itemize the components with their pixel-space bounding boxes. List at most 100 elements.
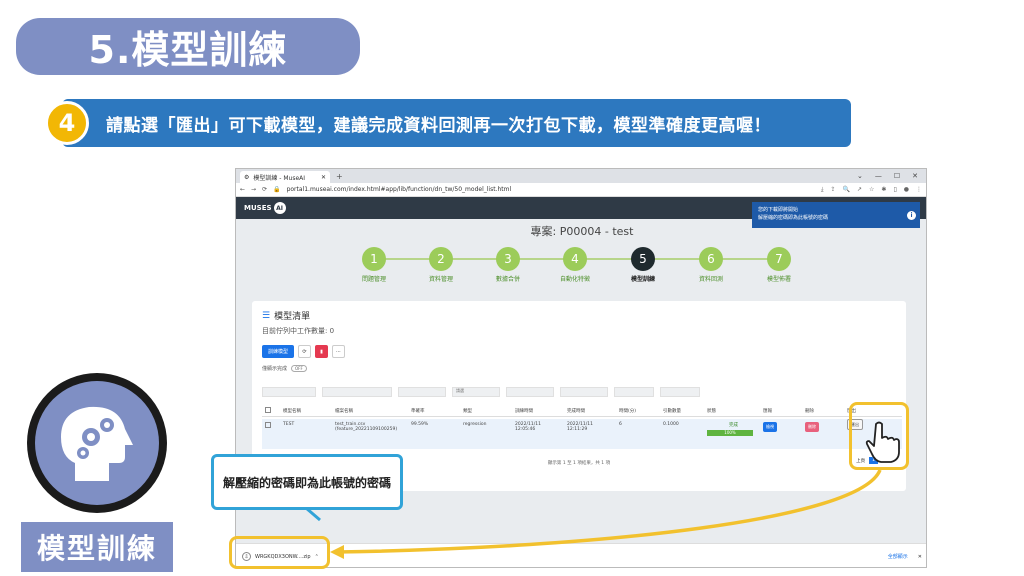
extensions-icon[interactable]: ✱ (881, 186, 886, 194)
col-delete[interactable]: 刪除 (802, 408, 844, 414)
cell-train-time: 2022/11/11 12:05:46 (512, 422, 564, 432)
cell-params: 0.1000 (663, 422, 679, 427)
cell-delete: 刪除 (802, 422, 844, 432)
step-3[interactable]: 3 數據合併 (478, 247, 538, 283)
col-file-name[interactable]: 檔案名稱 (332, 408, 408, 414)
col-report[interactable]: 匯報 (760, 408, 802, 414)
url-field[interactable]: portal1.museai.com/index.html#app/lib/fu… (287, 186, 512, 193)
logo-text: MUSES (244, 204, 272, 212)
col-model-name[interactable]: 模型名稱 (280, 408, 332, 414)
close-icon[interactable]: ✕ (912, 172, 918, 180)
col-params[interactable]: 引數數量 (660, 408, 704, 414)
chevron-down-icon[interactable]: ⌄ (857, 172, 863, 180)
step-7-label: 模型佈署 (766, 276, 791, 283)
share-icon[interactable]: ⇪ (830, 186, 835, 194)
cell-file-line2: (feature_20221109100259) (335, 427, 398, 432)
star-icon[interactable]: ☆ (869, 186, 874, 194)
download-highlight (229, 536, 330, 569)
card-title-text: 模型清單 (274, 312, 311, 322)
cell-done-clock: 12:11:29 (567, 427, 588, 432)
filter-select[interactable]: 請選 (452, 387, 500, 397)
menu-icon[interactable]: ⋮ (916, 186, 922, 194)
cell-file-name: test_train.csv (feature_20221109100259) (332, 422, 408, 432)
step-number-badge: 4 (45, 101, 89, 145)
back-icon[interactable]: ← (240, 186, 245, 193)
close-tab-icon[interactable]: ✕ (321, 174, 326, 181)
col-status[interactable]: 狀態 (704, 408, 760, 414)
filter-input[interactable] (398, 387, 446, 397)
col-done-time[interactable]: 完成時間 (564, 408, 616, 414)
step-1-number: 1 (362, 247, 386, 271)
row-checkbox[interactable] (262, 422, 280, 430)
list-icon: ☰ (262, 310, 271, 321)
share2-icon[interactable]: ↗ (857, 186, 862, 194)
more-icon[interactable]: ⋯ (332, 345, 345, 358)
address-bar: ← → ⟳ 🔒 portal1.museai.com/index.html#ap… (236, 183, 926, 197)
profile-icon[interactable]: ● (904, 186, 909, 194)
maximize-icon[interactable]: ☐ (894, 172, 900, 180)
col-accuracy[interactable]: 準確率 (408, 408, 460, 414)
browser-tab[interactable]: ⚙ 模型訓練 - MuseAI ✕ (240, 171, 330, 183)
status-progress: 100% (707, 430, 753, 436)
download-notification: 您的下載即將開始 解壓縮的密碼即為此帳號的密碼 i (752, 202, 920, 228)
forward-icon[interactable]: → (251, 186, 256, 193)
train-model-button[interactable]: 訓練模型 (262, 345, 294, 358)
filter-input[interactable] (322, 387, 392, 397)
select-all-checkbox[interactable] (262, 406, 280, 415)
new-tab-icon[interactable]: + (336, 172, 343, 181)
museai-logo[interactable]: MUSES AI (244, 202, 286, 214)
filter-input[interactable] (660, 387, 700, 397)
filter-input[interactable] (614, 387, 654, 397)
zoom-icon[interactable]: 🔍 (843, 186, 850, 194)
step-4[interactable]: 4 自動化特徵 (545, 247, 605, 283)
cell-status: 完成 100% (704, 422, 760, 436)
completed-toggle-row: 僅顯示完成 OFF (262, 365, 307, 372)
step-2-label: 資料管理 (428, 276, 453, 283)
filter-input[interactable] (262, 387, 316, 397)
logo-ai: AI (273, 202, 286, 214)
pointer-hand-icon (865, 421, 900, 463)
minimize-icon[interactable]: — (875, 172, 882, 180)
cell-done-time: 2022/11/11 12:11:29 (564, 422, 616, 432)
completed-toggle[interactable]: OFF (291, 365, 307, 372)
step-5[interactable]: 5 模型訓練 (613, 247, 673, 283)
cell-model-name: TEST (283, 422, 295, 427)
download-icon[interactable]: ⤓ (821, 186, 824, 194)
col-train-time[interactable]: 訓練時間 (512, 408, 564, 414)
step-2-number: 2 (429, 247, 453, 271)
col-minutes[interactable]: 時間(分) (616, 408, 660, 414)
subject-label: 模型訓練 (21, 522, 173, 572)
close-shelf-icon[interactable]: ✕ (918, 554, 922, 560)
step-6-label: 資料回測 (698, 276, 723, 283)
show-all-downloads[interactable]: 全部顯示 (888, 553, 908, 560)
cell-report: 檢視 (760, 422, 802, 432)
address-bar-icons: ⤓ ⇪ 🔍 ↗ ☆ ✱ ▯ ● ⋮ (821, 186, 922, 194)
step-6-number: 6 (699, 247, 723, 271)
delete-button[interactable]: 刪除 (805, 422, 819, 432)
col-type[interactable]: 類型 (460, 408, 512, 414)
step-2[interactable]: 2 資料管理 (411, 247, 471, 283)
delete-icon[interactable]: ▮ (315, 345, 328, 358)
reload-icon[interactable]: ⟳ (262, 186, 267, 193)
filter-input[interactable] (560, 387, 608, 397)
sidebar-icon[interactable]: ▯ (893, 186, 896, 194)
step-3-number: 3 (496, 247, 520, 271)
report-button[interactable]: 檢視 (763, 422, 777, 432)
cell-accuracy: 99.59% (411, 422, 429, 427)
step-6[interactable]: 6 資料回測 (681, 247, 741, 283)
step-progress: 1 問題管理 2 資料管理 3 數據合併 4 自動化特徵 5 模型訓練 6 資料… (354, 247, 804, 287)
cell-type: regression (463, 422, 487, 427)
table-header: 模型名稱 檔案名稱 準確率 類型 訓練時間 完成時間 時間(分) 引數數量 狀態… (262, 405, 902, 417)
instruction-text: 請點選「匯出」可下載模型，建議完成資料回測再一次打包下載，模型準確度更高喔！ (106, 115, 771, 136)
info-icon: i (907, 211, 916, 220)
filter-input[interactable] (506, 387, 554, 397)
table-row[interactable]: TEST test_train.csv (feature_20221109100… (262, 419, 902, 449)
main-page: 專案: P00004 - test 1 問題管理 2 資料管理 3 數據合併 4 (236, 219, 926, 567)
step-7[interactable]: 7 模型佈署 (749, 247, 809, 283)
cell-train-clock: 12:05:46 (515, 427, 536, 432)
step-1[interactable]: 1 問題管理 (344, 247, 404, 283)
refresh-icon[interactable]: ⟳ (298, 345, 311, 358)
step-3-label: 數據合併 (495, 276, 520, 283)
window-controls: ⌄ — ☐ ✕ (857, 172, 926, 180)
download-shelf: ⇩ WRGKQDX3ONW....zip ⌃ 全部顯示 ✕ (236, 543, 926, 567)
